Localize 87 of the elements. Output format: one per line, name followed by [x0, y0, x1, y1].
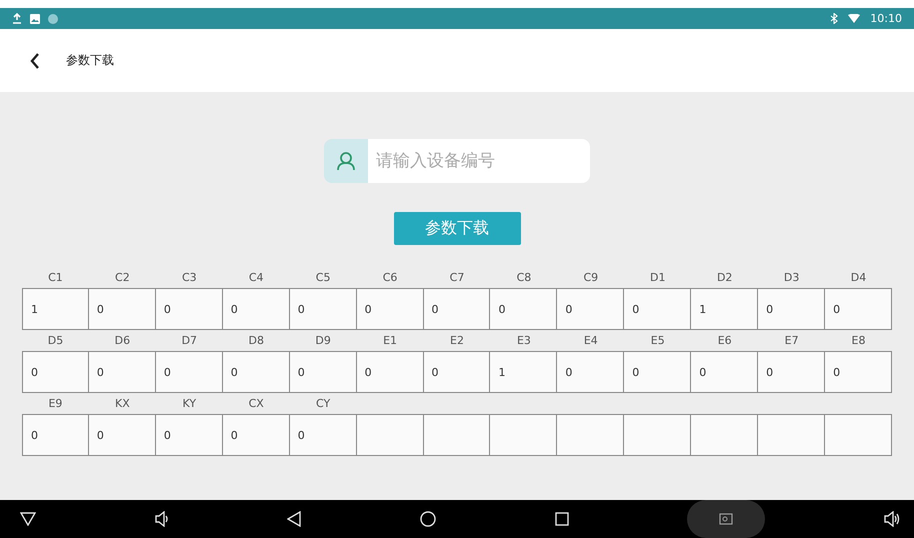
- param-label: E9: [48, 397, 62, 410]
- param-label: D2: [716, 271, 732, 284]
- circle-icon: [48, 14, 58, 24]
- param-label: D6: [114, 334, 130, 347]
- param-label: D8: [248, 334, 264, 347]
- param-value-field[interactable]: 1: [690, 288, 758, 330]
- param-label: D5: [48, 334, 64, 347]
- param-label: KY: [182, 397, 196, 410]
- param-label: E1: [383, 334, 398, 347]
- param-label: D4: [850, 271, 866, 284]
- upload-icon: [12, 13, 22, 24]
- param-value-field[interactable]: 0: [824, 288, 892, 330]
- param-value-field[interactable]: 0: [757, 288, 826, 330]
- user-icon: [336, 151, 356, 171]
- param-label: E8: [852, 334, 866, 347]
- status-time: 10:10: [870, 12, 902, 25]
- param-label: C1: [48, 271, 63, 284]
- param-value-field[interactable]: 0: [623, 351, 692, 393]
- param-value-field[interactable]: [623, 414, 692, 456]
- param-label: D9: [315, 334, 331, 347]
- param-value-field[interactable]: 0: [222, 414, 290, 456]
- image-icon: [30, 14, 40, 24]
- camera-icon: [719, 513, 734, 525]
- param-value-field[interactable]: 0: [154, 288, 223, 330]
- param-value-field[interactable]: [824, 414, 892, 456]
- param-value-field[interactable]: 0: [88, 288, 156, 330]
- param-label: C4: [248, 271, 264, 284]
- param-label: C6: [382, 271, 398, 284]
- param-label: C2: [115, 271, 130, 284]
- device-number-field[interactable]: 请输入设备编号: [368, 139, 590, 183]
- param-value-field[interactable]: 0: [222, 288, 290, 330]
- param-value-field[interactable]: [489, 414, 558, 456]
- param-value-field[interactable]: 0: [356, 288, 424, 330]
- param-value-field[interactable]: 0: [824, 351, 892, 393]
- param-value-field[interactable]: [690, 414, 758, 456]
- param-label: E2: [450, 334, 464, 347]
- param-value-field[interactable]: 0: [288, 288, 357, 330]
- param-value-field[interactable]: [757, 414, 826, 456]
- param-value-field[interactable]: 0: [154, 414, 223, 456]
- param-label: D3: [784, 271, 800, 284]
- param-value-field[interactable]: 0: [22, 351, 89, 393]
- param-value-field[interactable]: 0: [489, 288, 558, 330]
- volume-up-icon[interactable]: [884, 511, 900, 527]
- param-label: E3: [516, 334, 531, 347]
- param-value-field[interactable]: 0: [690, 351, 758, 393]
- param-value-field[interactable]: 0: [556, 351, 624, 393]
- param-value-field[interactable]: 1: [489, 351, 558, 393]
- param-label: E7: [784, 334, 799, 347]
- param-value-field[interactable]: 1: [22, 288, 89, 330]
- param-label: C8: [516, 271, 532, 284]
- param-value-field[interactable]: 0: [88, 351, 156, 393]
- param-value-field[interactable]: [556, 414, 624, 456]
- param-value-field[interactable]: 0: [556, 288, 624, 330]
- param-label: KX: [115, 397, 130, 410]
- param-label: E5: [650, 334, 665, 347]
- param-value-field[interactable]: 0: [288, 414, 357, 456]
- param-label: C3: [182, 271, 197, 284]
- param-label: C7: [450, 271, 464, 284]
- param-value-field[interactable]: 0: [154, 351, 223, 393]
- volume-down-icon[interactable]: [154, 511, 169, 527]
- param-label: D7: [182, 334, 198, 347]
- param-label: C5: [316, 271, 330, 284]
- param-label: D1: [650, 271, 666, 284]
- param-value-field[interactable]: [422, 414, 490, 456]
- param-value-field[interactable]: [356, 414, 424, 456]
- param-value-field[interactable]: 0: [22, 414, 89, 456]
- bluetooth-icon: [830, 13, 838, 24]
- page-title: 参数下载: [66, 52, 114, 69]
- param-label: CY: [316, 397, 330, 410]
- hide-keyboard-icon[interactable]: [20, 512, 36, 526]
- home-icon[interactable]: [420, 511, 436, 527]
- param-value-field[interactable]: 0: [422, 288, 490, 330]
- recent-apps-icon[interactable]: [554, 512, 569, 526]
- param-value-field[interactable]: 0: [422, 351, 490, 393]
- param-value-field[interactable]: 0: [757, 351, 826, 393]
- param-label: CX: [248, 397, 264, 410]
- param-label: E6: [718, 334, 732, 347]
- screenshot-button[interactable]: [687, 500, 766, 538]
- param-value-field[interactable]: 0: [288, 351, 357, 393]
- param-label: C9: [583, 271, 598, 284]
- back-icon[interactable]: [30, 52, 40, 68]
- param-value-field[interactable]: 0: [88, 414, 156, 456]
- param-value-field[interactable]: 0: [222, 351, 290, 393]
- wifi-icon: [848, 14, 860, 23]
- param-label: E4: [584, 334, 598, 347]
- param-value-field[interactable]: 0: [623, 288, 692, 330]
- param-value-field[interactable]: 0: [356, 351, 424, 393]
